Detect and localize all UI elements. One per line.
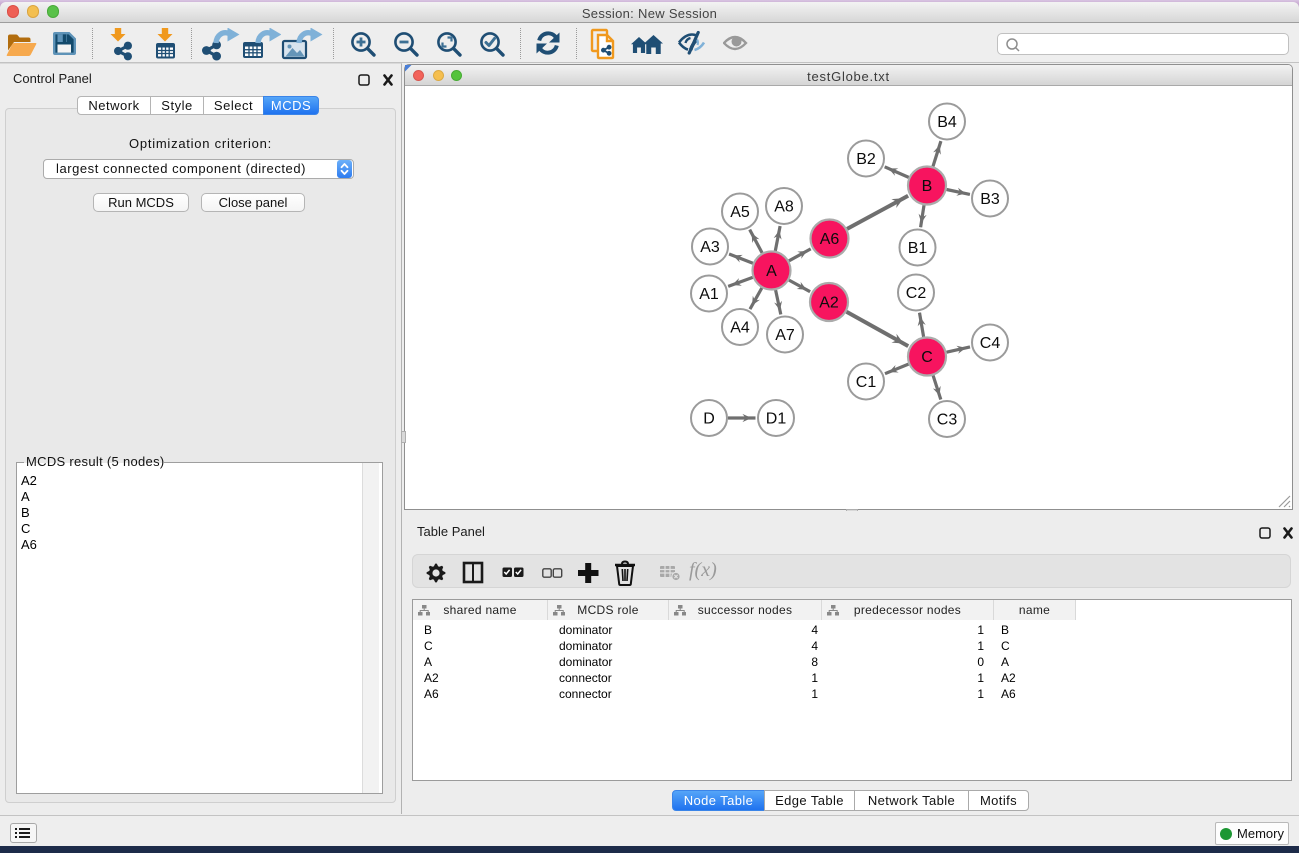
svg-text:B3: B3 [980, 191, 1000, 208]
svg-text:C: C [921, 349, 933, 366]
svg-text:B: B [922, 178, 933, 195]
svg-text:C4: C4 [980, 335, 1001, 352]
svg-text:B4: B4 [937, 114, 957, 131]
svg-text:D: D [703, 411, 715, 428]
svg-text:B1: B1 [908, 240, 928, 257]
svg-text:A3: A3 [700, 239, 720, 256]
svg-text:C3: C3 [937, 412, 958, 429]
svg-text:A1: A1 [699, 286, 719, 303]
svg-text:A6: A6 [820, 231, 840, 248]
svg-text:A2: A2 [819, 295, 839, 312]
svg-text:B2: B2 [856, 151, 876, 168]
svg-text:C2: C2 [906, 285, 927, 302]
svg-text:A: A [766, 263, 777, 280]
svg-text:C1: C1 [856, 374, 877, 391]
svg-text:D1: D1 [766, 411, 787, 428]
svg-text:A4: A4 [730, 320, 750, 337]
svg-text:A7: A7 [775, 327, 795, 344]
svg-text:A5: A5 [730, 204, 750, 221]
svg-text:A8: A8 [774, 199, 794, 216]
